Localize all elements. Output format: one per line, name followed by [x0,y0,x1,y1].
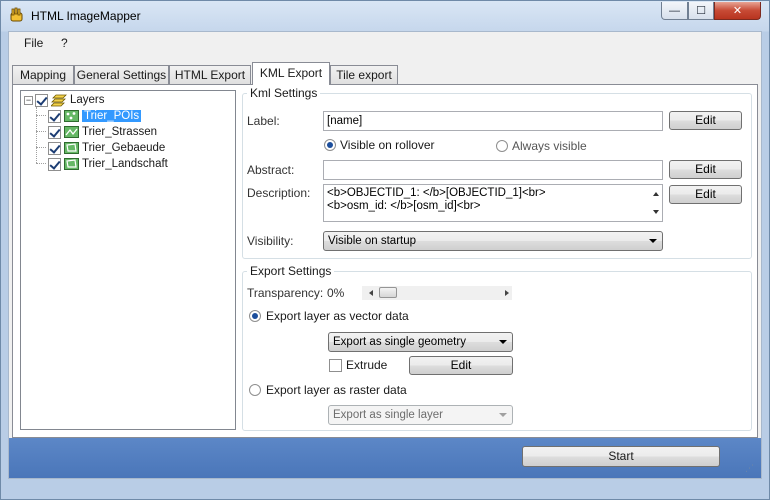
trier-pois-checkbox[interactable] [48,109,61,123]
window-title: HTML ImageMapper [31,9,141,23]
maximize-button[interactable]: ☐ [688,2,714,20]
always-visible-radio-label[interactable]: Always visible [512,139,587,153]
vector-mode-select[interactable]: Export as single geometry [328,332,513,352]
layer-tree[interactable]: − Layers Trier_POIs Trier_Strassen Trier… [20,90,236,430]
label-input[interactable]: [name] [323,111,663,131]
title-bar: HTML ImageMapper — ☐ ✕ [1,1,769,31]
menu-bar: File ? [9,32,761,54]
transparency-slider[interactable] [362,286,512,300]
scroll-left-icon[interactable] [369,290,373,296]
tree-connector [36,115,46,116]
app-hand-icon [10,7,23,22]
description-line: <b>osm_id: </b>[osm_id]<br> [327,200,481,212]
raster-mode-value: Export as single layer [333,409,443,421]
tree-connector [36,147,46,148]
scroll-up-icon[interactable] [653,192,659,196]
trier-landschaft-checkbox[interactable] [48,157,61,171]
chevron-down-icon [499,413,507,417]
tree-node-trier-gebaeude[interactable]: Trier_Gebaeude [48,140,165,156]
minimize-button[interactable]: — [661,2,688,20]
tree-label-trier-landschaft: Trier_Landschaft [82,158,168,170]
maximize-icon: ☐ [696,5,706,17]
kml-settings-title: Kml Settings [247,86,321,100]
client-area: File ? Mapping General Settings HTML Exp… [8,31,762,479]
point-layer-icon [64,110,79,122]
tree-node-trier-strassen[interactable]: Trier_Strassen [48,124,157,140]
tree-node-layers[interactable]: − Layers [24,92,105,108]
scroll-down-icon[interactable] [653,210,659,214]
label-field-label: Label: [247,114,280,128]
tab-mapping[interactable]: Mapping [12,65,74,84]
scroll-right-icon[interactable] [505,290,509,296]
visibility-select[interactable]: Visible on startup [323,231,663,251]
tab-kml-export[interactable]: KML Export [252,62,330,85]
tree-connector [36,131,46,132]
extrude-checkbox[interactable] [329,359,342,372]
line-layer-icon [64,126,79,138]
raster-export-label[interactable]: Export layer as raster data [266,383,407,397]
tree-label-trier-pois: Trier_POIs [82,110,142,122]
tab-general-settings[interactable]: General Settings [74,65,169,84]
description-label: Description: [247,186,311,200]
menu-file[interactable]: File [24,36,43,50]
visibility-value: Visible on startup [328,235,417,247]
vector-export-radio[interactable] [249,310,261,322]
trier-gebaeude-checkbox[interactable] [48,141,61,155]
chevron-down-icon [499,340,507,344]
always-visible-radio[interactable] [496,140,508,152]
rollover-radio-label[interactable]: Visible on rollover [340,138,435,152]
tree-label-trier-strassen: Trier_Strassen [82,126,157,138]
abstract-input[interactable] [323,160,663,180]
extrude-edit-button[interactable]: Edit [409,356,513,375]
polygon-layer-icon [64,142,79,154]
description-textarea[interactable]: <b>OBJECTID_1: </b>[OBJECTID_1]<br> <b>o… [323,184,663,222]
minimize-icon: — [669,4,680,17]
description-line: <b>OBJECTID_1: </b>[OBJECTID_1]<br> [327,187,546,199]
start-button[interactable]: Start [522,446,720,467]
transparency-label: Transparency: [247,286,324,300]
close-icon: ✕ [732,5,743,17]
tree-label-layers: Layers [70,94,105,106]
tab-html-export[interactable]: HTML Export [169,65,251,84]
tree-node-trier-landschaft[interactable]: Trier_Landschaft [48,156,168,172]
vector-mode-value: Export as single geometry [333,336,466,348]
extrude-label[interactable]: Extrude [346,358,387,372]
slider-thumb[interactable] [379,287,397,298]
layers-checkbox[interactable] [35,93,48,107]
abstract-edit-button[interactable]: Edit [669,160,742,179]
close-button[interactable]: ✕ [714,2,761,20]
polygon-layer-icon [64,158,79,170]
export-settings-title: Export Settings [247,264,335,278]
transparency-value: 0% [327,286,345,300]
description-edit-button[interactable]: Edit [669,185,742,204]
raster-mode-select: Export as single layer [328,405,513,425]
footer-bar: Start ⋰ [9,438,761,478]
raster-export-radio[interactable] [249,384,261,396]
collapse-icon[interactable]: − [24,95,33,105]
chevron-down-icon [649,239,657,243]
resize-grip-icon[interactable]: ⋰ [745,463,754,474]
application-window: HTML ImageMapper — ☐ ✕ File ? Mapping Ge… [0,0,770,500]
visibility-label: Visibility: [247,234,294,248]
abstract-label: Abstract: [247,163,295,177]
label-edit-button[interactable]: Edit [669,111,742,130]
layers-icon [51,94,67,106]
tree-label-trier-gebaeude: Trier_Gebaeude [82,142,166,154]
menu-help[interactable]: ? [61,36,68,50]
tree-node-trier-pois[interactable]: Trier_POIs [48,108,142,124]
tab-tile-export[interactable]: Tile export [330,65,398,84]
kml-export-panel: − Layers Trier_POIs Trier_Strassen Trier… [12,84,758,438]
trier-strassen-checkbox[interactable] [48,125,61,139]
vector-export-label[interactable]: Export layer as vector data [266,309,409,323]
tree-connector [36,163,46,164]
rollover-radio[interactable] [324,139,336,151]
